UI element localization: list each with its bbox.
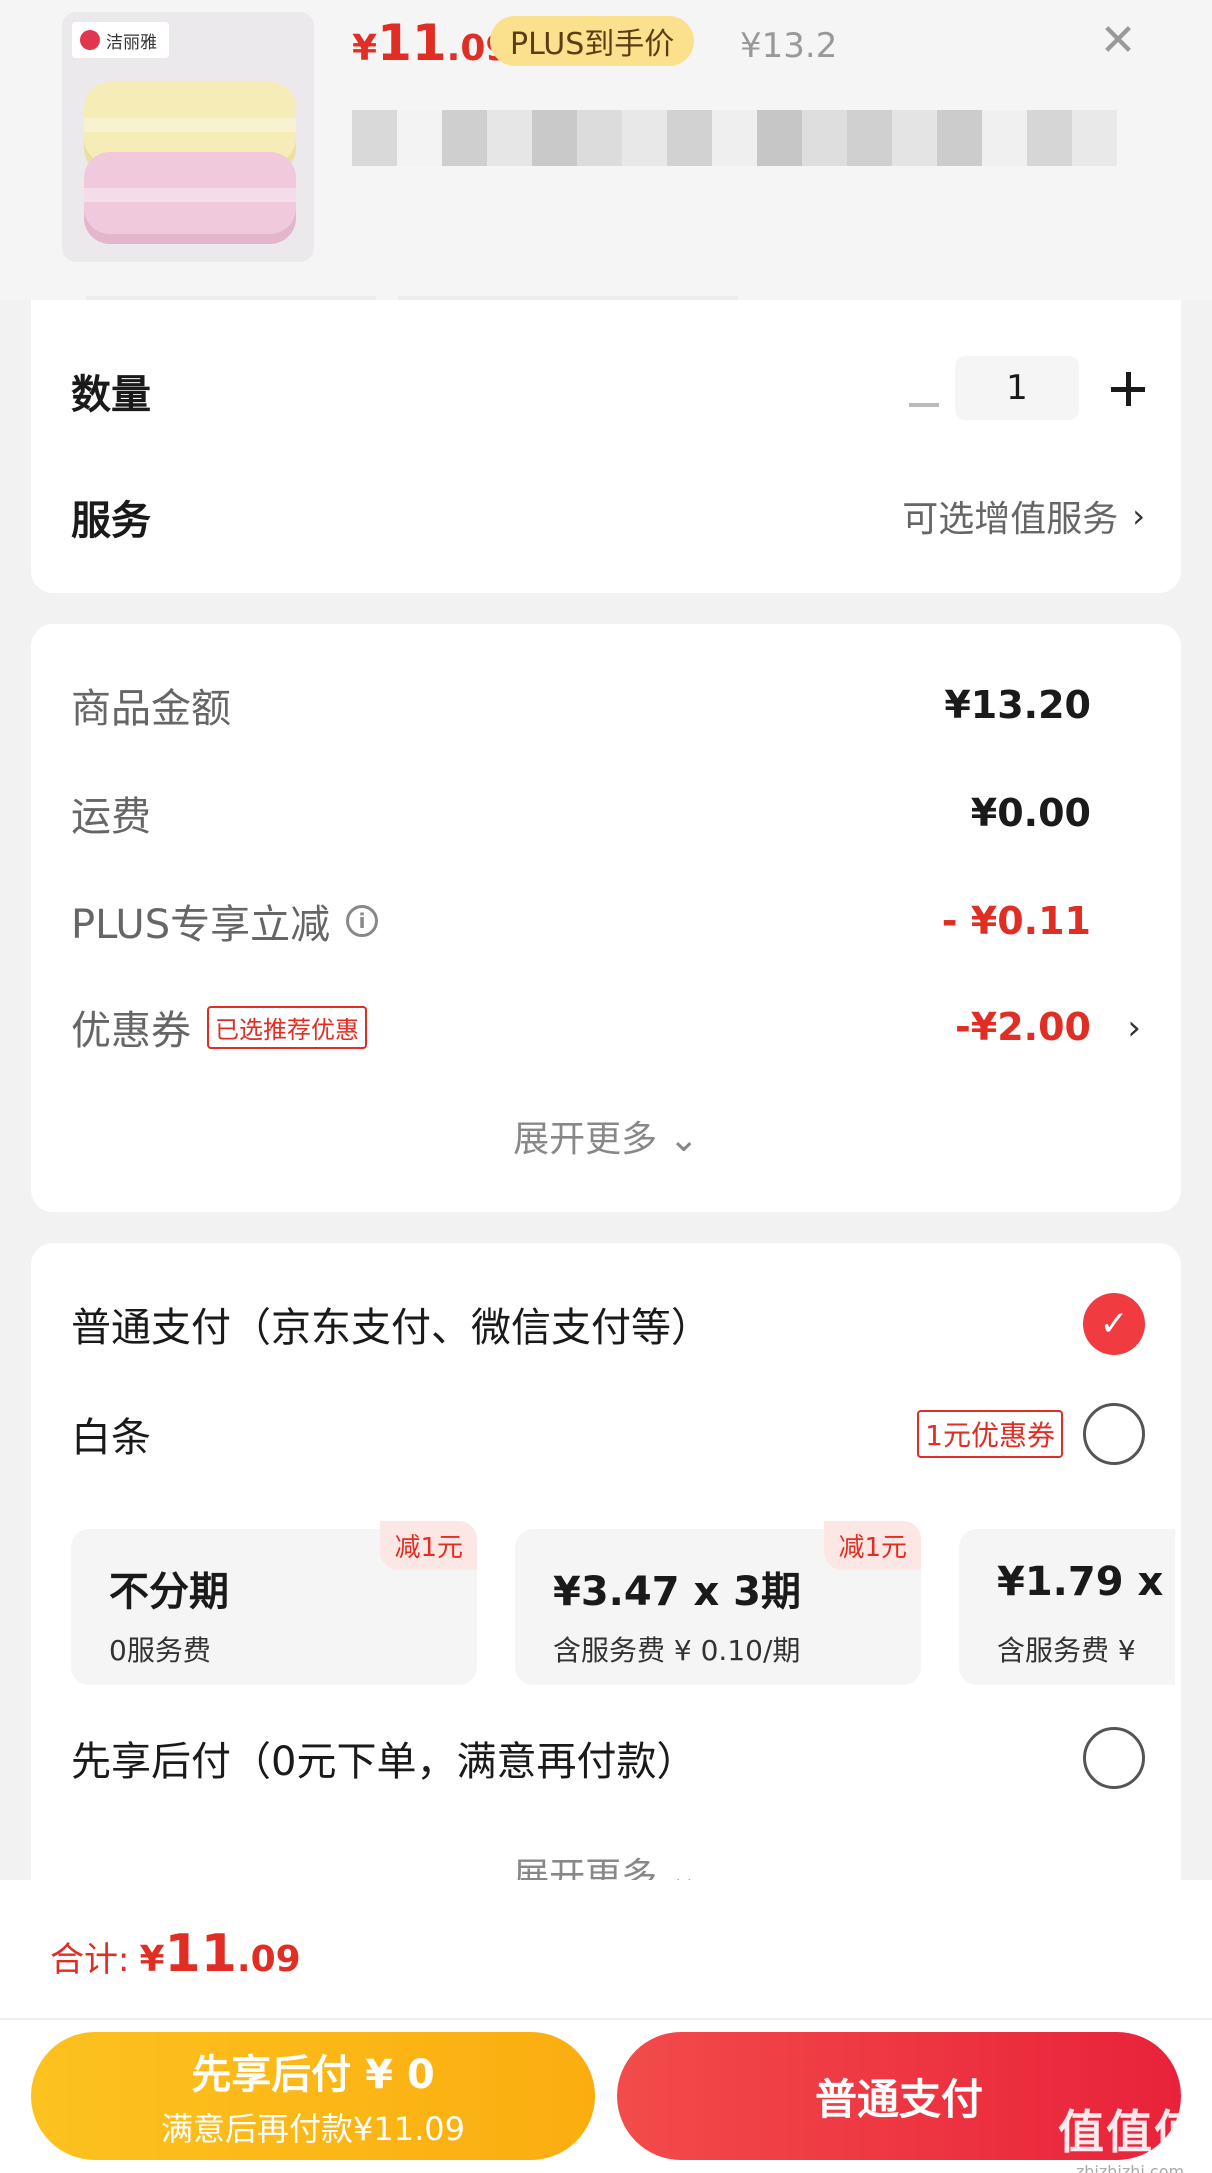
total-decimal: .09 (236, 1939, 301, 1980)
payment-option-label: 先享后付（0元下单，满意再付款） (71, 1739, 697, 1785)
fee-row-goods-amount: 商品金额 ¥13.20 (71, 676, 1091, 734)
service-link[interactable]: 可选增值服务 › (902, 490, 1145, 542)
fee-row-shipping: 运费 ¥0.00 (71, 784, 1091, 842)
unchecked-radio-icon[interactable] (1083, 1403, 1145, 1465)
plan-title: ¥1.79 x (997, 1559, 1164, 1605)
plan-subtitle: 含服务费 ¥ (997, 1634, 1136, 1667)
expand-more-button[interactable]: 展开更多 ⌄ (31, 1110, 1181, 1162)
fee-value: - ¥0.11 (941, 899, 1091, 943)
installment-plans: 减1元 不分期 0服务费 减1元 ¥3.47 x 3期 含服务费 ¥ 0.10/… (71, 1515, 1175, 1691)
product-header: 洁丽雅 ¥ 11 .09 PLUS到手价 ¥13.2 ✕ (0, 0, 1212, 300)
site-watermark: 值值值 zhizhizhi.com (1058, 2096, 1202, 2173)
service-link-text: 可选增值服务 (902, 499, 1119, 540)
close-icon[interactable]: ✕ (1090, 12, 1146, 68)
total-integer: 11 (164, 1924, 237, 1984)
divider (0, 2018, 1212, 2020)
order-total: 合计: ¥ 11 .09 (50, 1924, 301, 1984)
payment-option-bnpl[interactable]: 先享后付（0元下单，满意再付款） (71, 1727, 1145, 1789)
service-label: 服务 (71, 498, 151, 544)
payment-option-label: 普通支付（京东支付、微信支付等） (71, 1305, 711, 1351)
fee-value: -¥2.00 (955, 1005, 1091, 1049)
payment-option-baitiao[interactable]: 白条 1元优惠券 (71, 1403, 1145, 1465)
brand-logo-icon (80, 30, 100, 50)
total-label: 合计: (50, 1940, 130, 1980)
plan-title: ¥3.47 x 3期 (553, 1569, 802, 1615)
payment-option-normal[interactable]: 普通支付（京东支付、微信支付等） ✓ (71, 1293, 1145, 1355)
expand-more-text: 展开更多 (513, 1856, 658, 1883)
plan-title: 不分期 (109, 1569, 229, 1615)
total-currency: ¥ (139, 1939, 165, 1980)
watermark-url: zhizhizhi.com (1075, 2162, 1185, 2173)
bnpl-pay-button[interactable]: 先享后付 ¥ 0 满意后再付款¥11.09 (31, 2032, 595, 2160)
installment-plan-card[interactable]: ¥1.79 x 含服务费 ¥ (959, 1529, 1175, 1685)
expand-more-button[interactable]: 展开更多 ⌄ (31, 1847, 1181, 1883)
price-currency: ¥ (352, 28, 378, 69)
quantity-decrease-button[interactable] (897, 378, 951, 432)
price-breakdown-card: 商品金额 ¥13.20 运费 ¥0.00 PLUS专享立减 i - ¥0.11 … (31, 624, 1181, 1212)
brand-logo: 洁丽雅 (72, 22, 169, 58)
fee-row-plus-discount: PLUS专享立减 i - ¥0.11 (71, 892, 1091, 950)
pixelated-product-title (352, 110, 1162, 166)
chevron-right-icon: › (1132, 497, 1145, 535)
quantity-input[interactable]: 1 (955, 356, 1079, 420)
fee-label: 商品金额 (71, 686, 231, 732)
bnpl-button-title: 先享后付 ¥ 0 (191, 2052, 435, 2098)
fee-row-coupon[interactable]: 优惠券 已选推荐优惠 -¥2.00 (71, 998, 1091, 1056)
payment-method-card: 普通支付（京东支付、微信支付等） ✓ 白条 1元优惠券 减1元 不分期 0服务费… (31, 1243, 1181, 1883)
coupon-tag: 已选推荐优惠 (207, 1005, 367, 1049)
fee-label: 优惠券 (71, 1008, 191, 1054)
price-integer: 11 (377, 14, 447, 72)
original-price: ¥13.2 (740, 26, 838, 66)
product-price: ¥ 11 .09 (352, 14, 510, 72)
plan-discount-ribbon: 减1元 (380, 1521, 477, 1570)
installment-plan-card[interactable]: 减1元 不分期 0服务费 (71, 1521, 477, 1685)
quantity-label: 数量 (71, 372, 151, 418)
quantity-service-card: 数量 1 服务 可选增值服务 › (31, 300, 1181, 593)
checked-radio-icon[interactable]: ✓ (1083, 1293, 1145, 1355)
plus-price-badge: PLUS到手价 (490, 16, 695, 66)
baitiao-coupon-tag: 1元优惠券 (917, 1410, 1063, 1458)
info-icon[interactable]: i (346, 905, 379, 937)
installment-plan-card[interactable]: 减1元 ¥3.47 x 3期 含服务费 ¥ 0.10/期 (515, 1521, 921, 1685)
checkout-bar: 合计: ¥ 11 .09 先享后付 ¥ 0 满意后再付款¥11.09 普通支付 … (0, 1880, 1212, 2173)
plan-subtitle: 含服务费 ¥ 0.10/期 (553, 1634, 801, 1667)
product-thumbnail[interactable]: 洁丽雅 (62, 12, 314, 262)
expand-more-text: 展开更多 (513, 1119, 658, 1160)
unchecked-radio-icon[interactable] (1083, 1727, 1145, 1789)
chevron-down-icon: ⌄ (668, 1119, 699, 1160)
fee-label: 运费 (71, 794, 151, 840)
plan-discount-ribbon: 减1元 (824, 1521, 921, 1570)
fee-value: ¥13.20 (944, 683, 1091, 727)
watermark-logo-text: 值值值 (1058, 2105, 1202, 2159)
bnpl-button-subtitle: 满意后再付款¥11.09 (161, 2110, 465, 2148)
chevron-right-icon[interactable]: › (1127, 1008, 1141, 1048)
fee-label: PLUS专享立减 (71, 902, 331, 948)
payment-option-label: 白条 (71, 1415, 151, 1461)
towel-image-pink (84, 152, 296, 244)
fee-value: ¥0.00 (970, 791, 1091, 835)
plan-subtitle: 0服务费 (109, 1634, 211, 1667)
chevron-down-icon: ⌄ (668, 1856, 699, 1883)
brand-logo-text: 洁丽雅 (106, 32, 157, 53)
quantity-increase-button[interactable] (1101, 362, 1155, 416)
normal-pay-button-label: 普通支付 (814, 2074, 983, 2124)
